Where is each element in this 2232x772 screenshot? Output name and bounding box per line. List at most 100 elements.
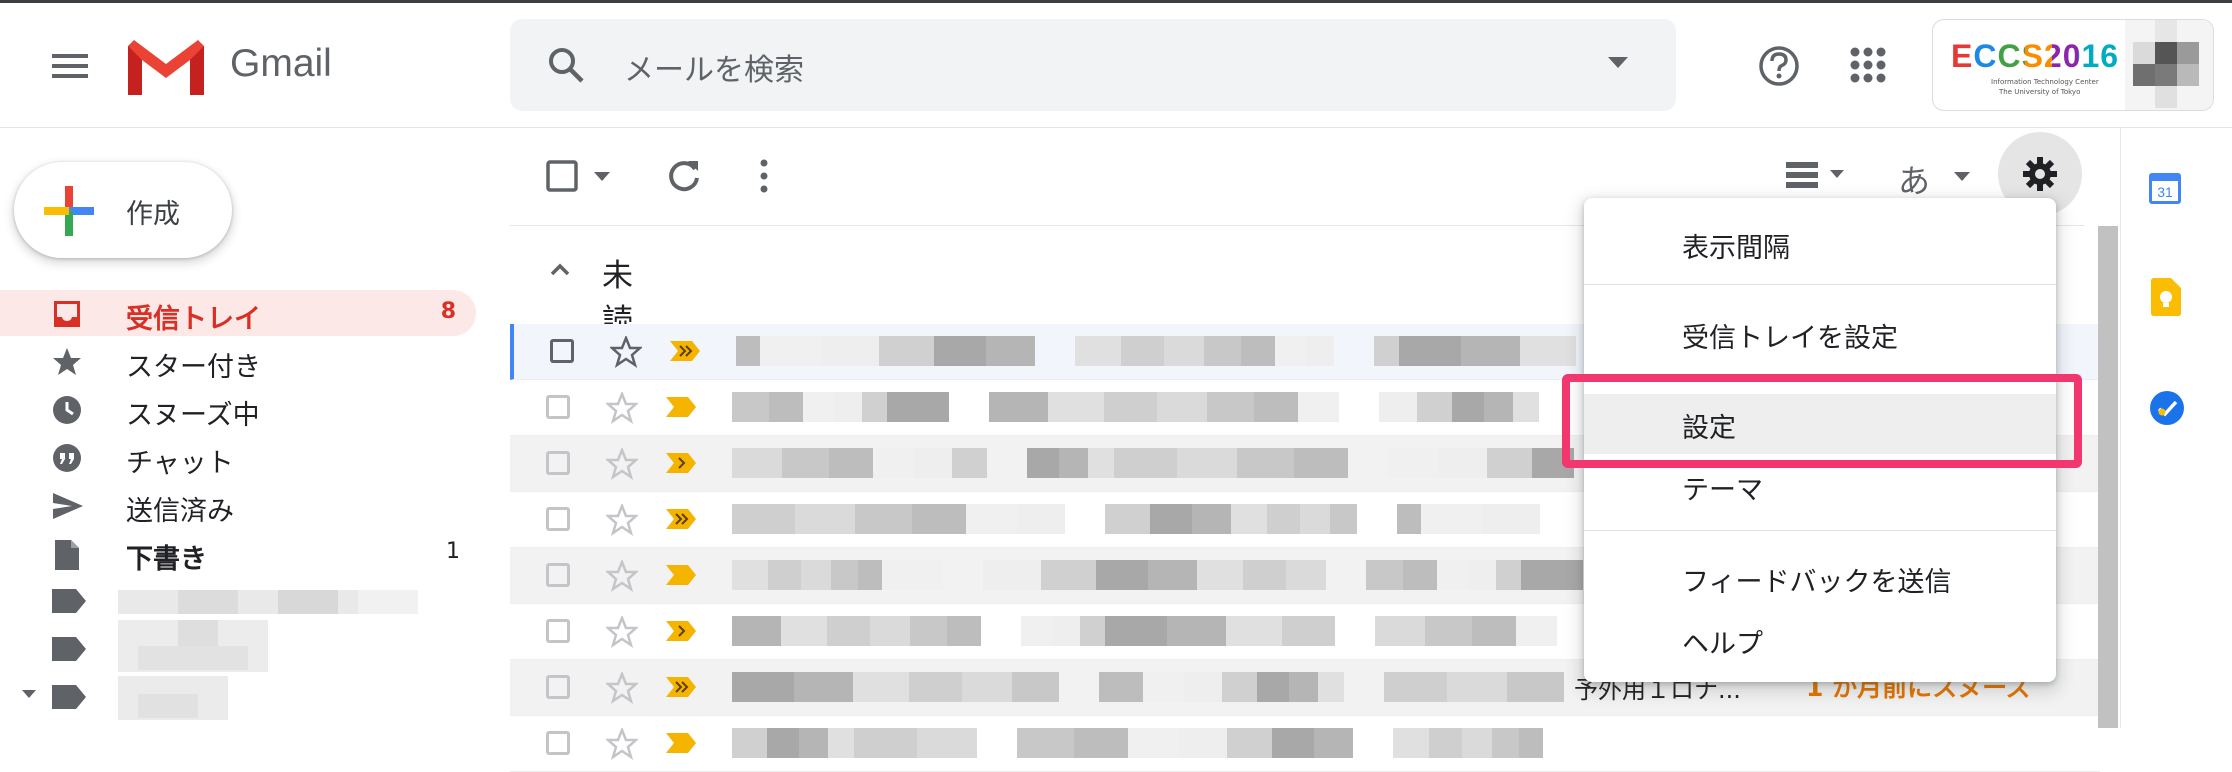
select-options-caret-icon[interactable]: [594, 172, 610, 182]
search-input[interactable]: メールを検索: [624, 45, 804, 89]
more-options-icon[interactable]: [758, 158, 770, 194]
avatar[interactable]: [2125, 20, 2213, 110]
email-row[interactable]: [510, 716, 2100, 772]
draft-icon: [52, 539, 82, 571]
importance-marker-icon[interactable]: [666, 621, 696, 641]
account-badge-subtitle-2: The University of Tokyo: [1999, 88, 2081, 96]
compose-plus-icon: [44, 186, 94, 236]
sidebar-label-item[interactable]: [0, 620, 480, 674]
select-all-checkbox[interactable]: [546, 160, 578, 192]
draft-count: 1: [446, 539, 460, 564]
sidebar-item-label: スター付き: [126, 352, 261, 383]
star-toggle-icon[interactable]: [610, 336, 642, 368]
sidebar-label-item[interactable]: [0, 676, 480, 722]
blurred-label-text: [118, 590, 418, 614]
calendar-icon[interactable]: 31: [2149, 170, 2181, 204]
blurred-message-preview: [732, 560, 1583, 590]
blurred-message-preview: [732, 728, 1543, 758]
keep-icon[interactable]: [2151, 278, 2181, 316]
expand-caret-icon: [22, 690, 36, 698]
sidebar-item-label: スヌーズ中: [126, 400, 260, 431]
main-menu-button[interactable]: [48, 44, 92, 88]
menu-item-label: ヘルプ: [1682, 629, 1763, 660]
sidebar-item-snoozed[interactable]: スヌーズ中: [0, 386, 480, 432]
star-toggle-icon[interactable]: [606, 392, 638, 424]
send-icon: [52, 491, 84, 521]
input-tools-button[interactable]: あ: [1898, 156, 1930, 202]
row-checkbox[interactable]: [546, 731, 570, 755]
search-bar[interactable]: メールを検索: [510, 19, 1676, 111]
annotation-highlight-box: [1562, 374, 2082, 468]
account-switcher[interactable]: ECCS2016 Information Technology Center T…: [1932, 19, 2214, 111]
importance-marker-icon[interactable]: [666, 397, 696, 417]
menu-item-label: 表示間隔: [1682, 233, 1790, 264]
sidebar-item-drafts[interactable]: 下書き 1: [0, 530, 480, 576]
gear-icon: [2023, 157, 2057, 191]
sidebar-item-starred[interactable]: スター付き: [0, 338, 480, 384]
tasks-icon[interactable]: [2149, 390, 2185, 426]
hamburger-menu-icon: [52, 54, 88, 78]
google-apps-icon[interactable]: [1850, 47, 1886, 83]
blurred-message-preview: [732, 448, 1574, 478]
help-icon[interactable]: [1758, 45, 1800, 87]
importance-marker-icon[interactable]: [666, 565, 696, 585]
collapse-chevron-icon[interactable]: [550, 262, 570, 276]
blurred-label-text: [118, 620, 268, 672]
menu-divider: [1584, 284, 2056, 285]
row-checkbox[interactable]: [546, 619, 570, 643]
importance-marker-icon[interactable]: [666, 509, 696, 529]
menu-item-send-feedback[interactable]: フィードバックを送信: [1584, 548, 2056, 604]
sidebar-item-label: 下書き: [126, 544, 207, 575]
star-toggle-icon[interactable]: [606, 672, 638, 704]
menu-item-configure-inbox[interactable]: 受信トレイを設定: [1584, 304, 2056, 360]
row-checkbox[interactable]: [550, 339, 574, 363]
compose-button[interactable]: 作成: [14, 162, 232, 258]
account-badge-logo: ECCS2016: [1951, 38, 2120, 74]
row-checkbox[interactable]: [546, 675, 570, 699]
blurred-message-preview: [736, 336, 1576, 366]
svg-text:31: 31: [2157, 184, 2173, 200]
blurred-message-preview: [732, 392, 1539, 422]
menu-item-density[interactable]: 表示間隔: [1584, 214, 2056, 270]
search-options-caret-icon[interactable]: [1608, 57, 1628, 69]
row-checkbox[interactable]: [546, 507, 570, 531]
star-toggle-icon[interactable]: [606, 504, 638, 536]
account-badge-subtitle: Information Technology Center: [1991, 78, 2099, 86]
side-panel: 31: [2121, 128, 2232, 728]
importance-marker-icon[interactable]: [666, 677, 696, 697]
chat-icon: [52, 443, 82, 473]
sidebar-item-sent[interactable]: 送信済み: [0, 482, 480, 528]
inbox-icon: [52, 299, 82, 329]
compose-label: 作成: [126, 199, 180, 230]
menu-divider: [1584, 530, 2056, 531]
refresh-icon[interactable]: [666, 158, 702, 194]
row-checkbox[interactable]: [546, 451, 570, 475]
blurred-message-preview: [732, 504, 1540, 534]
app-header: Gmail メールを検索 ECCS2016 Information Techno…: [0, 0, 2232, 128]
importance-marker-icon[interactable]: [666, 453, 696, 473]
scrollbar[interactable]: [2098, 226, 2118, 728]
search-icon[interactable]: [546, 45, 586, 85]
sidebar-item-label: 受信トレイ: [126, 304, 261, 335]
blurred-label-text: [118, 676, 228, 720]
menu-item-label: テーマ: [1682, 475, 1763, 506]
sidebar-item-label: 送信済み: [126, 496, 234, 527]
star-toggle-icon[interactable]: [606, 560, 638, 592]
label-icon: [52, 589, 86, 613]
importance-marker-icon[interactable]: [666, 733, 696, 753]
sidebar-item-chat[interactable]: チャット: [0, 434, 480, 480]
input-tools-caret-icon[interactable]: [1954, 172, 1970, 182]
importance-marker-icon[interactable]: [670, 341, 700, 361]
menu-item-label: 受信トレイを設定: [1682, 323, 1898, 354]
star-toggle-icon[interactable]: [606, 728, 638, 760]
app-name: Gmail: [230, 42, 332, 85]
gmail-logo[interactable]: [128, 38, 204, 95]
blurred-message-preview: [732, 616, 1557, 646]
row-checkbox[interactable]: [546, 395, 570, 419]
menu-item-help[interactable]: ヘルプ: [1584, 610, 2056, 666]
density-toggle-icon[interactable]: [1786, 160, 1856, 190]
star-toggle-icon[interactable]: [606, 448, 638, 480]
star-toggle-icon[interactable]: [606, 616, 638, 648]
row-checkbox[interactable]: [546, 563, 570, 587]
sidebar-item-inbox[interactable]: 受信トレイ 8: [0, 290, 476, 336]
